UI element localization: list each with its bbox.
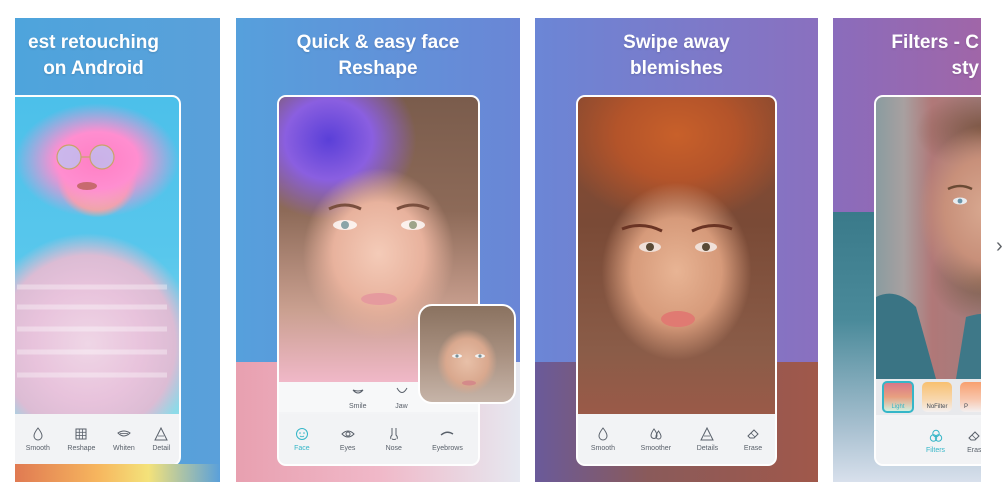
filter-strip: Light NoFilter P [876, 379, 981, 415]
tool-filters[interactable]: Filters [926, 429, 945, 454]
face-icon [295, 427, 308, 440]
tool-label: Reshape [67, 444, 96, 452]
tool-eyebrows[interactable]: Eyebrows [432, 427, 463, 452]
smile-icon [352, 389, 364, 393]
sweater-bottom [15, 464, 220, 482]
tool-smoother[interactable]: Smoother [641, 427, 671, 452]
grid-icon [75, 428, 87, 439]
screenshot-carousel: est retouching on Android Smooth Reshape… [0, 0, 1005, 500]
droplets-icon [650, 427, 662, 439]
filter-label: NoFilter [926, 404, 948, 410]
tool-nose[interactable]: Nose [386, 427, 402, 452]
droplet-icon [33, 426, 43, 440]
tool-details[interactable]: Details [696, 426, 719, 452]
tool-erase[interactable]: Eras [967, 429, 981, 454]
tool-label: Smoother [640, 444, 672, 452]
jaw-icon [396, 387, 407, 393]
eyebrow-icon [441, 431, 454, 436]
tool-label: Whiten [112, 444, 135, 452]
headline: Filters - C sty [833, 30, 981, 82]
nose-icon [389, 427, 398, 440]
tool-face[interactable]: Face [294, 427, 310, 452]
face-features [621, 224, 733, 327]
phone-frame: Smooth Smoother Details Erase [576, 95, 777, 466]
screenshot-4[interactable]: Filters - C sty Light NoFilter P Filters… [833, 18, 981, 482]
tool-smooth[interactable]: Smooth [590, 426, 615, 452]
tool-smooth[interactable]: Smooth [25, 426, 50, 452]
tool-label: Smooth [590, 444, 615, 452]
tool-label: Smile [349, 402, 367, 410]
triangle-icon [700, 426, 715, 440]
triangle-icon [154, 426, 169, 440]
phone-frame: Light NoFilter P Filters Eras [874, 95, 981, 466]
tool-eyes[interactable]: Eyes [339, 427, 356, 452]
filter-label: Light [891, 404, 905, 410]
tool-label: Eyes [339, 444, 356, 452]
tool-details[interactable]: Detail [152, 426, 171, 452]
tool-label: Erase [743, 444, 763, 452]
screenshot-2[interactable]: Quick & easy face Reshape Smile Jaw Face… [236, 18, 520, 482]
tool-label: Face [294, 444, 310, 452]
tool-label: Details [696, 444, 719, 452]
headline: est retouching on Android [15, 30, 220, 82]
tool-bar: Smooth Smoother Details Erase [578, 414, 775, 464]
headline: Quick & easy face Reshape [236, 30, 520, 82]
phone-frame: Smooth Reshape Whiten Detail [15, 95, 181, 466]
tool-label: Filters [926, 446, 946, 454]
bearded-man-photo [876, 97, 981, 379]
tool-label: Smooth [25, 444, 50, 452]
tool-bar: Face Eyes Nose Eyebrows [279, 414, 478, 464]
headline-line-1: est retouching [28, 32, 159, 53]
eye-icon [340, 430, 355, 437]
filter-nofilter[interactable]: NoFilter [922, 382, 952, 412]
filters-icon [929, 429, 942, 442]
tool-reshape[interactable]: Reshape [67, 427, 95, 452]
filter-partial[interactable]: P [960, 382, 981, 412]
headline-line-1: Filters - C [891, 32, 979, 53]
next-arrow-button[interactable]: › [996, 232, 1005, 260]
red-hair-woman-photo [578, 97, 775, 414]
glasses-icon [17, 144, 167, 378]
droplet-icon [598, 426, 608, 440]
tool-whiten[interactable]: Whiten [113, 427, 135, 452]
pink-hair-woman-photo [15, 97, 179, 414]
tool-label: Jaw [395, 402, 408, 410]
eraser-icon [968, 430, 980, 440]
tool-label: Detail [152, 444, 171, 452]
phone-frame: Smile Jaw Face Eyes Nose Eyebrows [277, 95, 480, 466]
headline-line-1: Quick & easy face [296, 32, 460, 53]
filter-label: P [964, 404, 969, 410]
tool-label: Eras [967, 446, 981, 454]
tool-erase[interactable]: Erase [744, 427, 762, 452]
headline-line-1: Swipe away [623, 32, 730, 53]
sub-tool-smile[interactable]: Smile [349, 385, 367, 410]
sub-tool-jaw[interactable]: Jaw [395, 385, 409, 410]
headline-line-2: on Android [43, 58, 144, 79]
chevron-right-icon: › [996, 235, 1003, 257]
lips-icon [117, 430, 131, 436]
screenshot-3[interactable]: Swipe away blemishes Smooth Smoother Det… [535, 18, 818, 482]
eraser-icon [747, 428, 759, 438]
headline-line-2: sty [951, 58, 979, 79]
tool-bar: Smooth Reshape Whiten Detail [15, 414, 179, 464]
tool-label: Nose [385, 444, 402, 452]
before-thumbnail[interactable] [418, 304, 516, 404]
before-face-photo [452, 354, 485, 386]
face-features [876, 184, 981, 379]
headline: Swipe away blemishes [535, 30, 818, 82]
headline-line-2: blemishes [630, 58, 723, 79]
screenshot-1[interactable]: est retouching on Android Smooth Reshape… [15, 18, 220, 482]
tool-label: Eyebrows [432, 444, 463, 452]
tool-bar: Filters Eras [876, 418, 981, 464]
headline-line-2: Reshape [338, 58, 418, 79]
filter-light[interactable]: Light [882, 381, 914, 413]
